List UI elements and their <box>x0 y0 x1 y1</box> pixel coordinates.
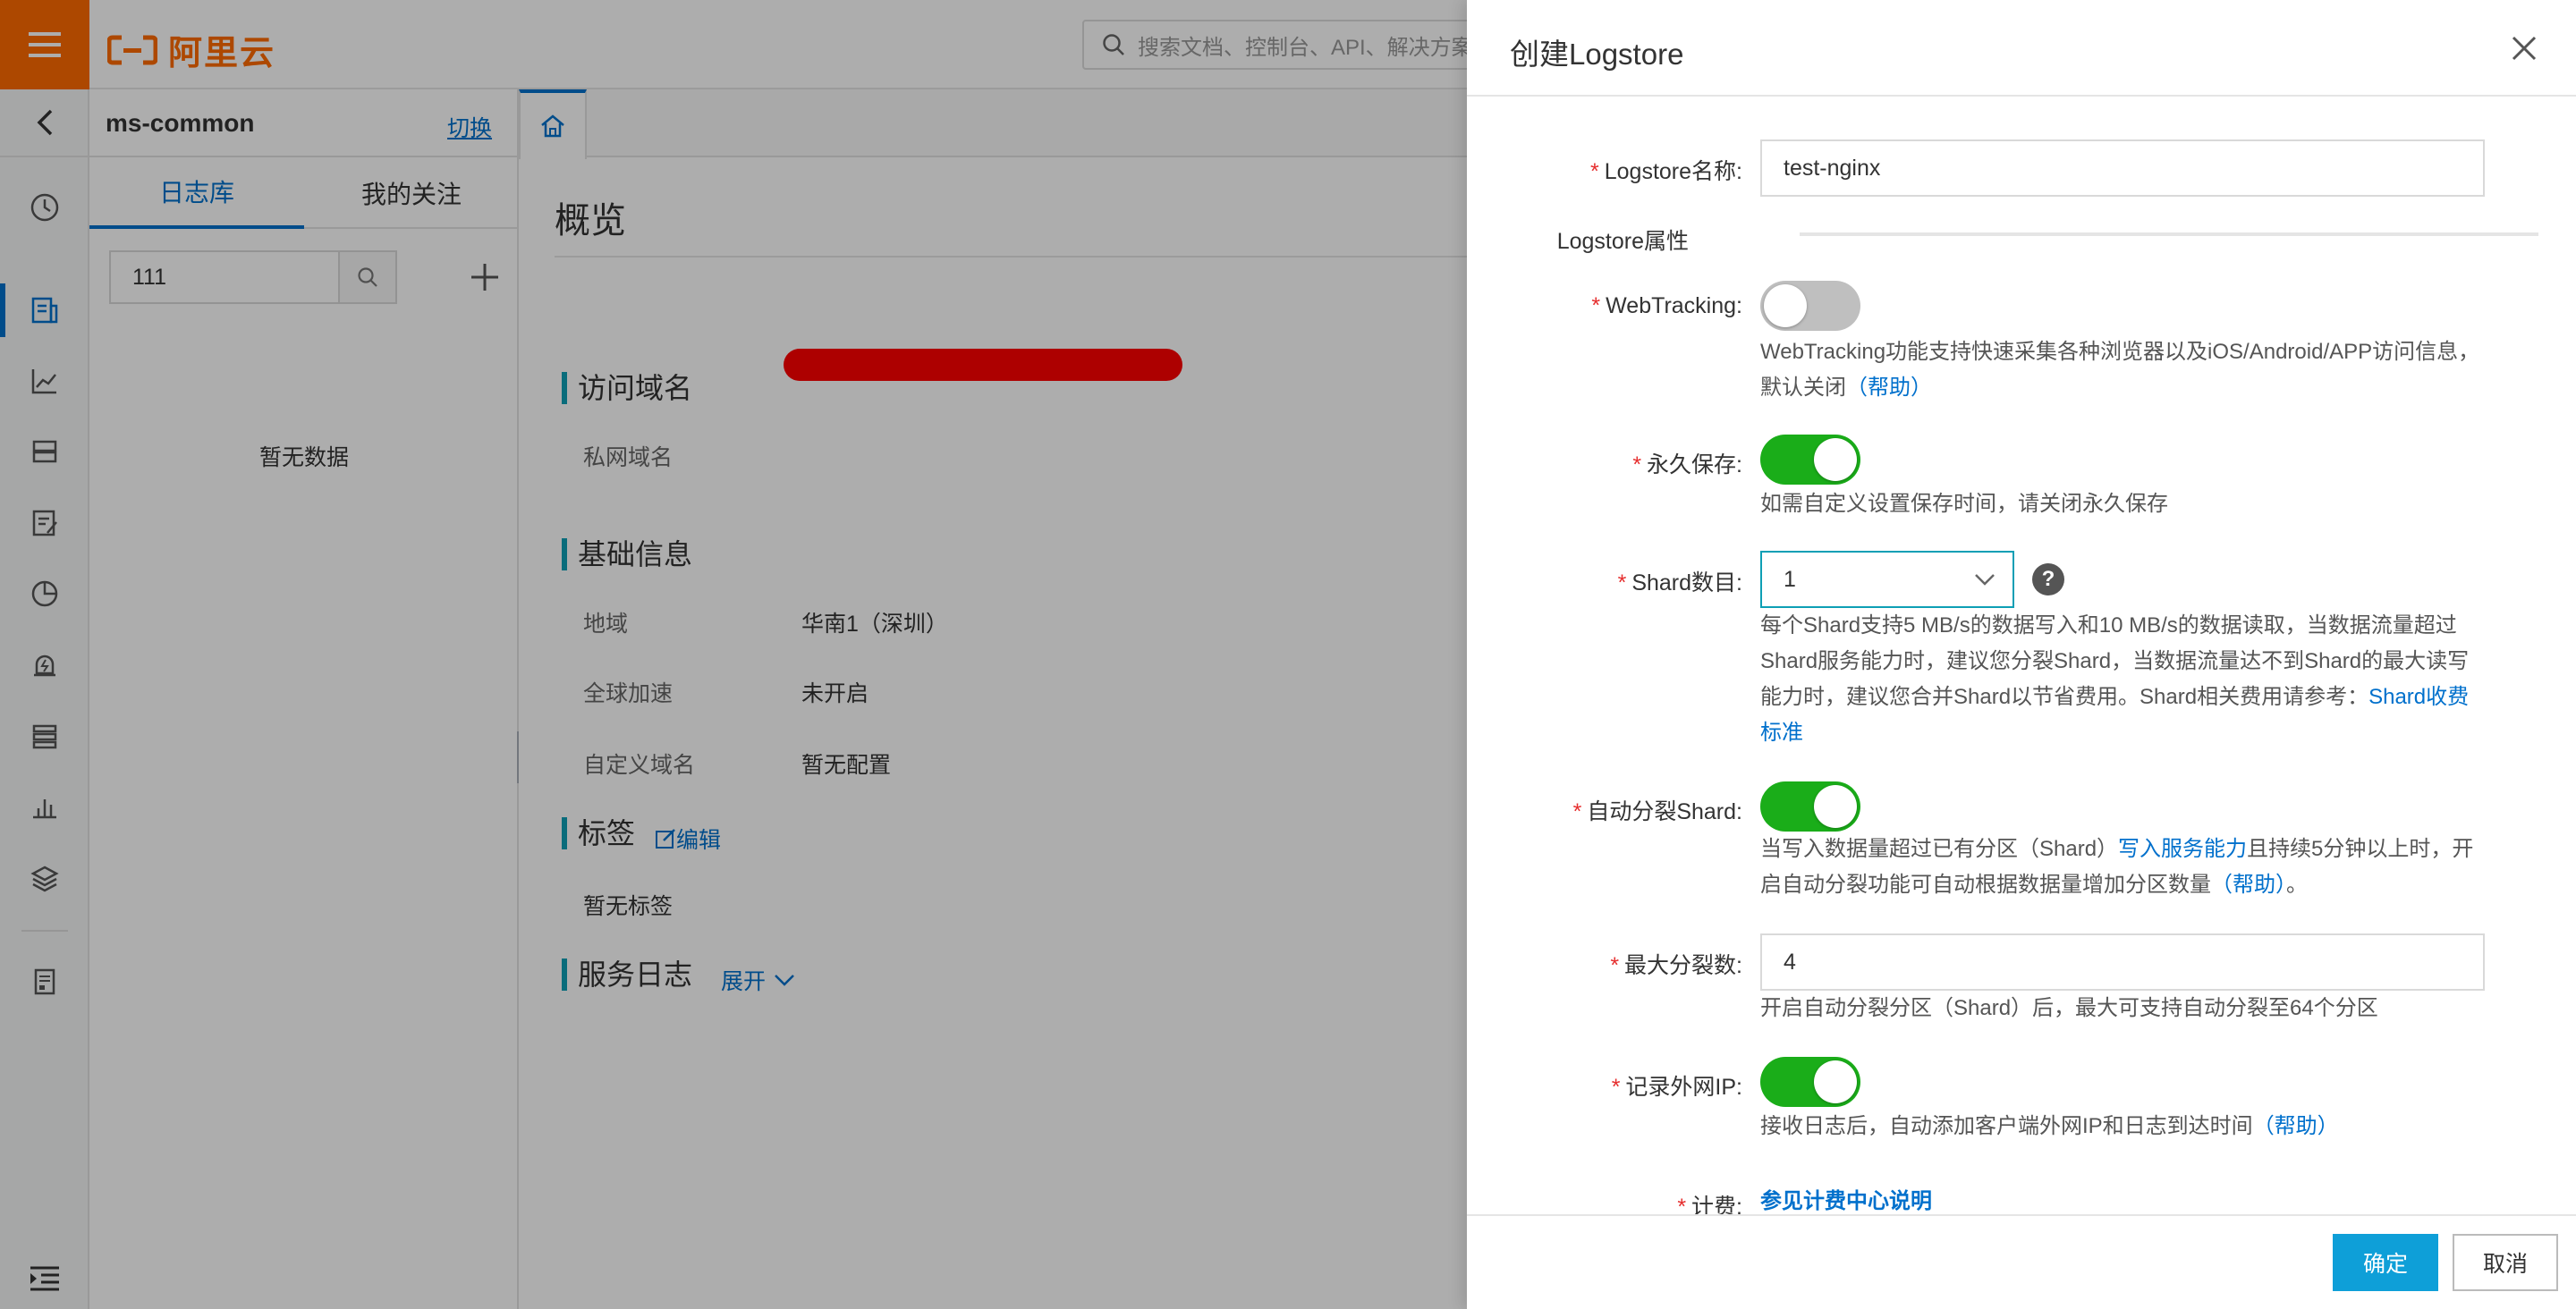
max-split-label-text: 最大分裂数: <box>1624 953 1742 978</box>
modal-backdrop[interactable] <box>0 0 1467 1309</box>
required-mark: * <box>1572 799 1582 824</box>
switch-knob <box>1814 785 1857 828</box>
logstore-name-label-text: Logstore名称: <box>1604 159 1742 184</box>
shard-help: 每个Shard支持5 MB/s的数据写入和10 MB/s的数据读取，当数据流量超… <box>1760 608 2494 751</box>
required-mark: * <box>1677 1195 1687 1214</box>
close-button[interactable] <box>2508 32 2540 64</box>
auto-split-help: 当写入数据量超过已有分区（Shard）写入服务能力且持续5分钟以上时，开 启自动… <box>1760 832 2494 903</box>
logstore-name-input[interactable]: test-nginx <box>1760 139 2485 197</box>
auto-split-label-text: 自动分裂Shard: <box>1587 799 1742 824</box>
write-capacity-link[interactable]: 写入服务能力 <box>2118 837 2247 861</box>
billing-center-link[interactable]: 参见计费中心说明 <box>1760 1189 1932 1213</box>
props-divider <box>1800 232 2538 236</box>
close-icon <box>2512 36 2537 61</box>
create-logstore-drawer: 创建Logstore * Logstore名称: test-nginx Logst… <box>1467 0 2576 1309</box>
billing-help: 参见计费中心说明 <box>1760 1184 2494 1214</box>
webtracking-label: * WebTracking: <box>1474 293 1742 319</box>
logstore-props-label: Logstore属性 <box>1556 229 1689 254</box>
shard-help-l1: 每个Shard支持5 MB/s的数据写入和10 MB/s的数据读取，当数据流量超… <box>1760 613 2457 638</box>
shard-count-value: 1 <box>1784 567 1796 592</box>
record-ip-label: * 记录外网IP: <box>1474 1069 1742 1102</box>
auto-split-help-c: 启自动分裂功能可自动根据数据量增加分区数量 <box>1760 873 2211 897</box>
shard-pricing-link[interactable]: Shard收费 <box>2368 685 2469 709</box>
webtracking-help-text: WebTracking功能支持快速采集各种浏览器以及iOS/Android/AP… <box>1760 340 2480 364</box>
drawer-body: * Logstore名称: test-nginx Logstore属性 * WebT… <box>1467 97 2576 1214</box>
record-ip-label-text: 记录外网IP: <box>1625 1075 1742 1100</box>
required-mark: * <box>1591 293 1601 318</box>
permanent-help: 如需自定义设置保存时间，请关闭永久保存 <box>1760 492 2168 516</box>
required-mark: * <box>1632 452 1642 477</box>
billing-label-text: 计费: <box>1691 1195 1742 1214</box>
max-split-label: * 最大分裂数: <box>1474 948 1742 980</box>
shard-count-label: * Shard数目: <box>1474 565 1742 597</box>
webtracking-help-link[interactable]: （帮助） <box>1846 376 1932 400</box>
switch-knob <box>1814 1060 1857 1103</box>
record-ip-help: 接收日志后，自动添加客户端外网IP和日志到达时间（帮助） <box>1760 1109 2494 1144</box>
shard-help-l3: 能力时，建议您合并Shard以节省费用。Shard相关费用请参考： <box>1760 685 2369 709</box>
cancel-button[interactable]: 取消 <box>2453 1234 2558 1291</box>
required-mark: * <box>1617 570 1627 595</box>
auto-split-help-b: 且持续5分钟以上时，开 <box>2247 837 2474 861</box>
auto-split-help-a: 当写入数据量超过已有分区（Shard） <box>1760 837 2119 861</box>
required-mark: * <box>1611 1075 1621 1100</box>
record-ip-switch[interactable] <box>1760 1057 1860 1107</box>
logstore-name-label: * Logstore名称: <box>1474 154 1742 186</box>
drawer-header: 创建Logstore <box>1467 0 2576 97</box>
auto-split-label: * 自动分裂Shard: <box>1474 794 1742 826</box>
switch-knob <box>1814 438 1857 481</box>
confirm-button[interactable]: 确定 <box>2333 1234 2438 1291</box>
permanent-switch[interactable] <box>1760 435 1860 485</box>
auto-split-help-link[interactable]: （帮助） <box>2211 873 2286 897</box>
max-split-help: 开启自动分裂分区（Shard）后，最大可支持自动分裂至64个分区 <box>1760 996 2378 1020</box>
auto-split-switch[interactable] <box>1760 781 1860 832</box>
webtracking-help: WebTracking功能支持快速采集各种浏览器以及iOS/Android/AP… <box>1760 334 2494 406</box>
auto-split-help-d: 。 <box>2286 873 2308 897</box>
max-split-input[interactable]: 4 <box>1760 933 2485 991</box>
switch-knob <box>1764 284 1807 327</box>
shard-count-select[interactable]: 1 <box>1760 551 2014 608</box>
chevron-down-icon <box>1975 574 1995 586</box>
drawer-title: 创建Logstore <box>1510 38 1684 71</box>
required-mark: * <box>1610 953 1620 978</box>
webtracking-help-text-2: 默认关闭 <box>1760 376 1846 400</box>
webtracking-label-text: WebTracking: <box>1606 293 1742 318</box>
question-icon[interactable]: ? <box>2032 563 2064 595</box>
required-mark: * <box>1590 159 1599 184</box>
billing-label: * 计费: <box>1474 1189 1742 1214</box>
permanent-label: * 永久保存: <box>1474 447 1742 479</box>
record-ip-help-text: 接收日志后，自动添加客户端外网IP和日志到达时间 <box>1760 1114 2253 1138</box>
shard-count-label-text: Shard数目: <box>1631 570 1742 595</box>
record-ip-help-link[interactable]: （帮助） <box>2253 1114 2339 1138</box>
shard-pricing-link-2[interactable]: 标准 <box>1760 721 1803 745</box>
webtracking-switch[interactable] <box>1760 281 1860 331</box>
shard-help-l2: Shard服务能力时，建议您分裂Shard，当数据流量达不到Shard的最大读写 <box>1760 649 2470 673</box>
permanent-label-text: 永久保存: <box>1647 452 1742 477</box>
